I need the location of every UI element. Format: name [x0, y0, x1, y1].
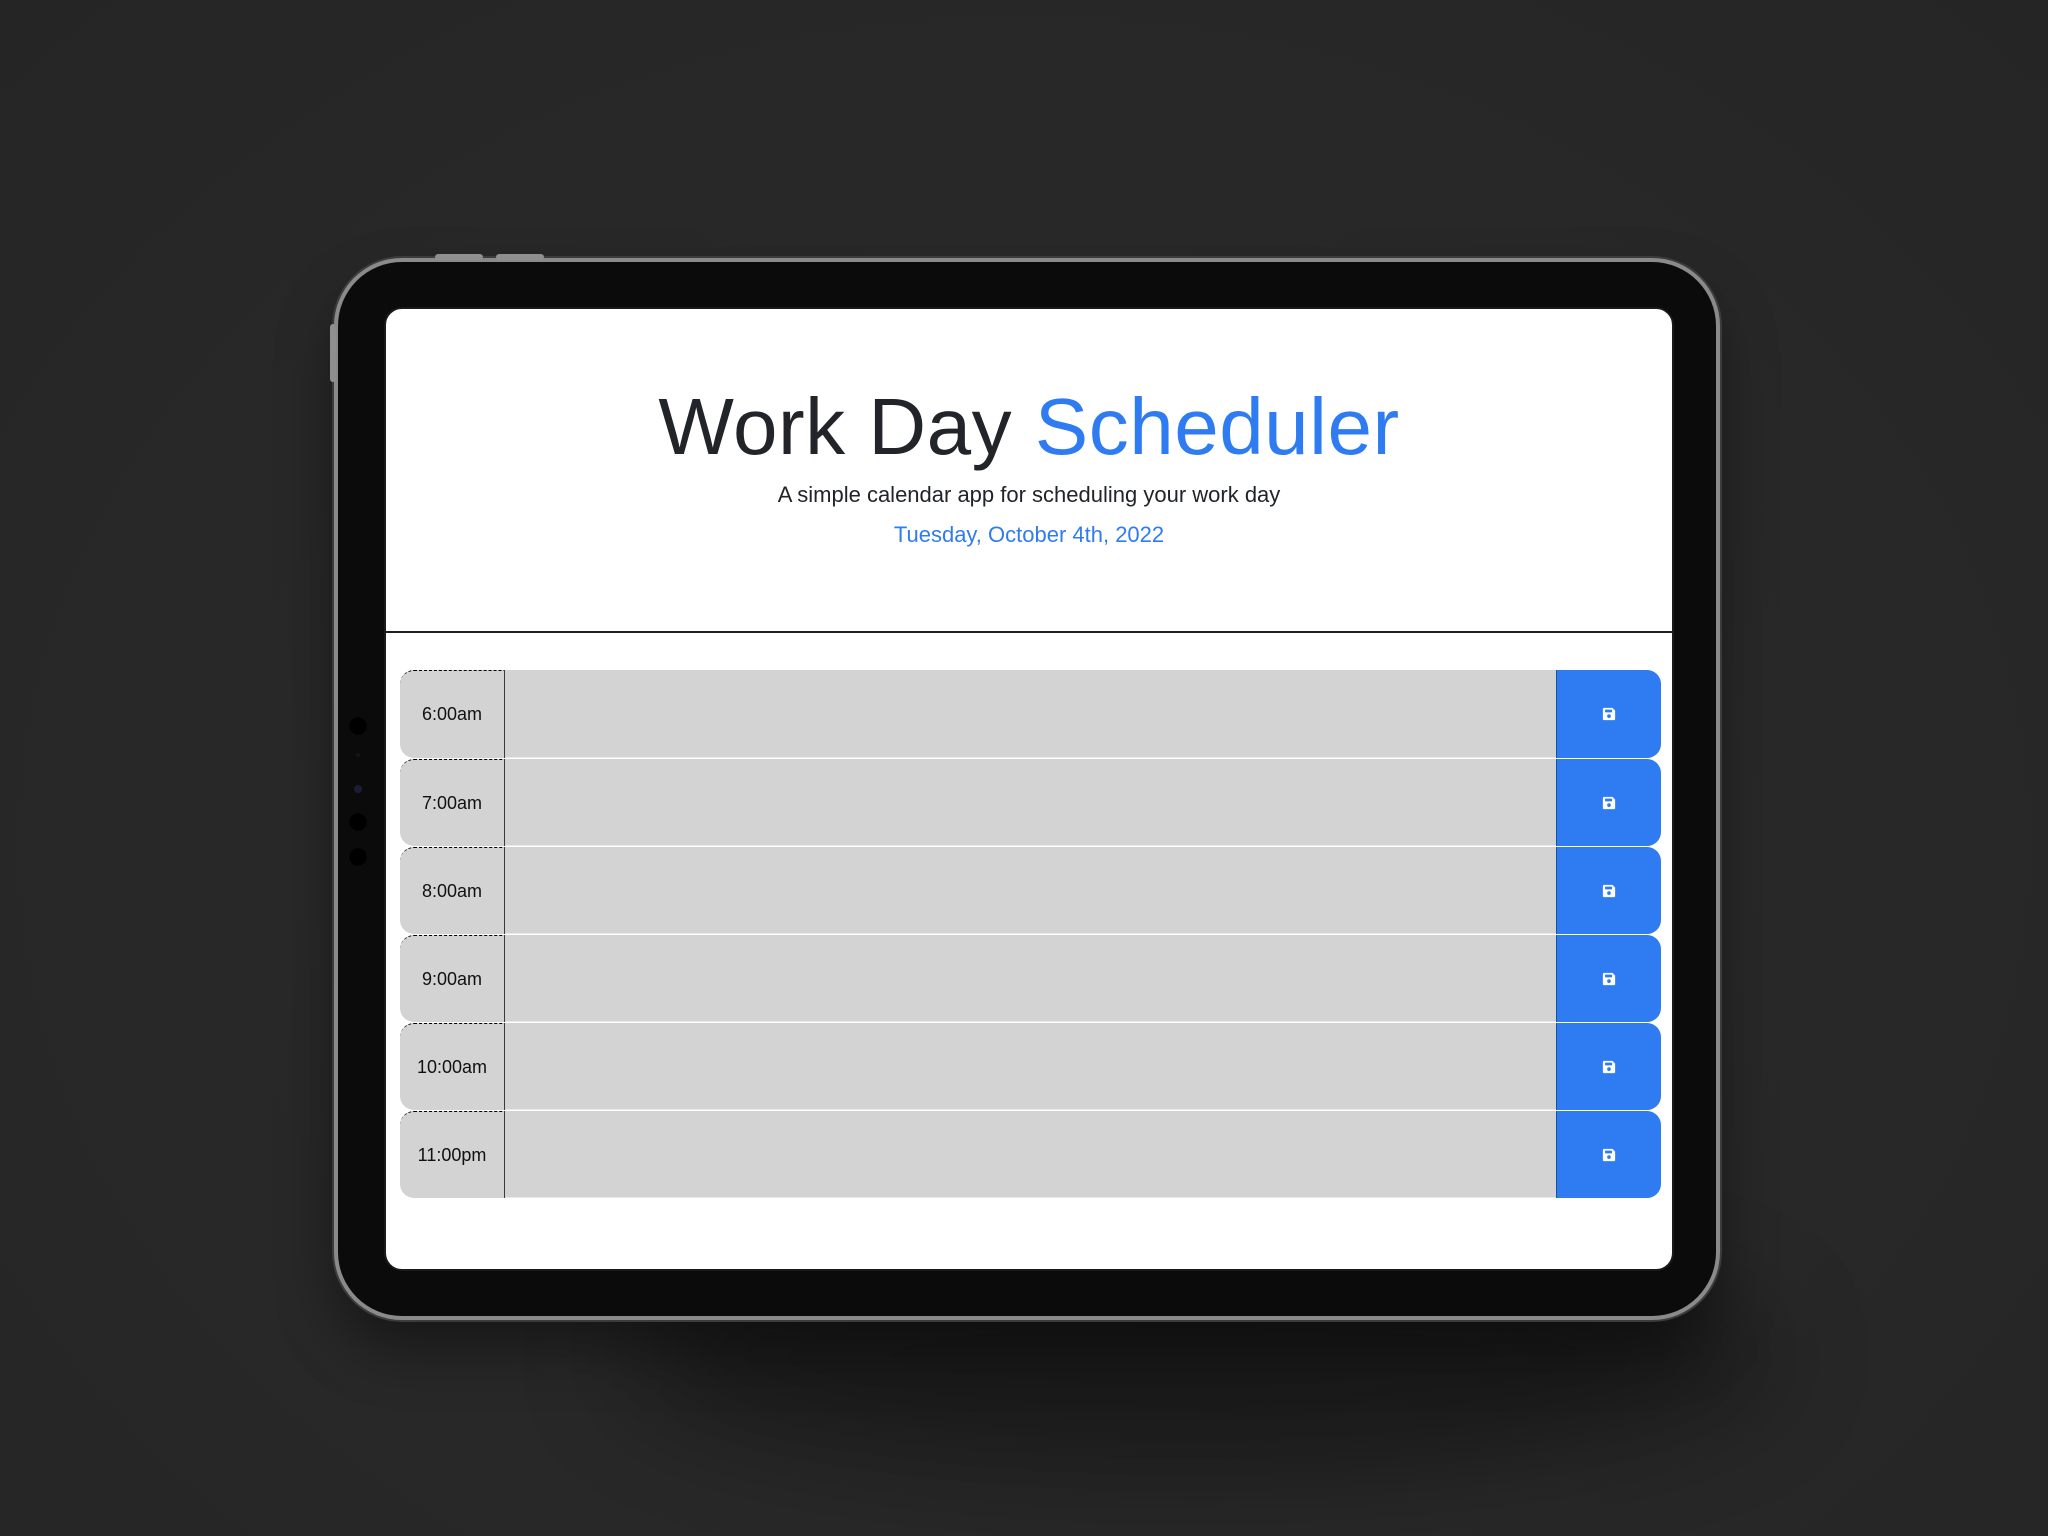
event-description-input[interactable]: [505, 935, 1556, 1022]
current-date: Tuesday, October 4th, 2022: [893, 522, 1165, 547]
time-block-list: 6:00am 7:00am 8:00am 9:00am 10:00am 11:0…: [400, 670, 1661, 1198]
hour-label: 6:00am: [400, 670, 505, 758]
floppy-disk-icon: [1602, 1060, 1616, 1073]
time-block-row: 8:00am: [400, 846, 1661, 934]
save-button[interactable]: [1556, 759, 1661, 846]
volume-button: [496, 254, 544, 260]
event-description-input[interactable]: [505, 759, 1556, 846]
app-screen: Work Day Scheduler A simple calendar app…: [384, 307, 1674, 1271]
sensor-dot: [356, 753, 360, 757]
time-block-row: 7:00am: [400, 758, 1661, 846]
hour-label: 7:00am: [400, 759, 505, 846]
volume-button: [435, 254, 483, 260]
floppy-disk-icon: [1602, 1148, 1616, 1161]
floppy-disk-icon: [1602, 884, 1616, 897]
power-button: [330, 324, 336, 382]
save-button[interactable]: [1556, 935, 1661, 1022]
title-main: Work Day: [658, 382, 1013, 471]
camera-lens-icon: [348, 812, 368, 832]
save-button[interactable]: [1556, 847, 1661, 934]
save-button[interactable]: [1556, 1111, 1661, 1198]
time-block-row: 6:00am: [400, 670, 1661, 758]
floppy-disk-icon: [1602, 707, 1616, 721]
camera-lens-icon: [348, 716, 368, 736]
time-block-row: 10:00am: [400, 1022, 1661, 1110]
hour-label: 10:00am: [400, 1023, 505, 1110]
hour-label: 11:00pm: [400, 1111, 505, 1198]
time-block-row: 9:00am: [400, 934, 1661, 1022]
hour-label: 8:00am: [400, 847, 505, 934]
floppy-disk-icon: [1602, 972, 1616, 985]
camera-lens-icon: [348, 847, 368, 867]
title-accent: Scheduler: [1034, 382, 1400, 471]
save-button[interactable]: [1556, 1023, 1661, 1110]
mockup-backdrop: Work Day Scheduler A simple calendar app…: [0, 0, 2048, 1536]
camera-sensor-icon: [354, 785, 362, 793]
floppy-disk-icon: [1602, 796, 1616, 809]
page-subtitle: A simple calendar app for scheduling you…: [777, 482, 1281, 507]
time-block-row: 11:00pm: [400, 1110, 1661, 1198]
hour-label: 9:00am: [400, 935, 505, 1022]
header-jumbotron: Work Day Scheduler A simple calendar app…: [386, 309, 1672, 633]
event-description-input[interactable]: [505, 1023, 1556, 1110]
save-button[interactable]: [1556, 670, 1661, 758]
tablet-device-frame: Work Day Scheduler A simple calendar app…: [330, 254, 1716, 1316]
page-title: Work Day Scheduler: [386, 309, 1672, 477]
event-description-input[interactable]: [505, 1111, 1556, 1198]
event-description-input[interactable]: [505, 670, 1556, 758]
event-description-input[interactable]: [505, 847, 1556, 934]
